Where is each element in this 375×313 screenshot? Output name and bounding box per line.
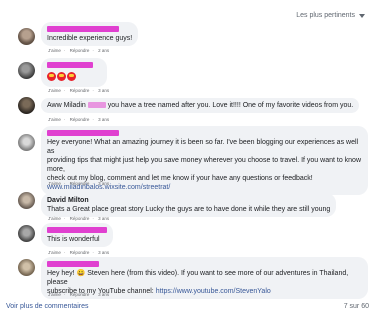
like-link[interactable]: J'aime: [48, 181, 61, 186]
avatar[interactable]: [18, 192, 35, 209]
separator: ·: [63, 88, 66, 93]
comment-actions: J'aime · Répondre · 3 ans: [48, 88, 112, 93]
reply-link[interactable]: Répondre: [70, 181, 90, 186]
comment-actions: J'aime · Répondre · 3 ans: [48, 292, 112, 297]
youtube-channel-link[interactable]: https://www.youtube.com/StevenYalo: [156, 288, 271, 295]
like-link[interactable]: J'aime: [48, 216, 61, 221]
emoji-row: [47, 72, 101, 84]
separator: ·: [92, 292, 94, 297]
sort-label: Les plus pertinents: [296, 12, 355, 19]
comment-time[interactable]: 3 ans: [98, 117, 109, 122]
reply-link[interactable]: Répondre: [70, 216, 90, 221]
comment-text: Incredible experience guys!: [47, 35, 133, 42]
comment-actions: J'aime · Répondre · 2 ans: [48, 48, 112, 53]
reply-link[interactable]: Répondre: [70, 117, 90, 122]
comment-author[interactable]: David Milton: [47, 196, 330, 205]
heart-eyes-emoji-icon: [57, 72, 66, 81]
comments-footer: Voir plus de commentaires 7 sur 60: [6, 303, 369, 310]
sort-dropdown[interactable]: Les plus pertinents: [296, 12, 365, 19]
reply-link[interactable]: Répondre: [70, 250, 90, 255]
comment-time[interactable]: 2 ans: [98, 48, 109, 53]
comment-bubble: This is wonderful: [41, 223, 113, 247]
reply-link[interactable]: Répondre: [70, 88, 90, 93]
redacted-author-name[interactable]: [47, 261, 99, 268]
separator: ·: [63, 250, 66, 255]
view-more-comments-link[interactable]: Voir plus de commentaires: [6, 303, 88, 310]
comment-bubble: [41, 58, 107, 87]
like-link[interactable]: J'aime: [48, 117, 61, 122]
comment-time[interactable]: 3 ans: [98, 181, 109, 186]
separator: ·: [92, 117, 94, 122]
chevron-down-icon: [359, 13, 365, 18]
separator: ·: [92, 88, 94, 93]
separator: ·: [63, 292, 66, 297]
separator: ·: [92, 216, 94, 221]
comment-text-line: Hey hey! 😀 Steven here (from this video)…: [47, 270, 349, 286]
comment-actions: J'aime · Répondre · 3 ans: [48, 117, 112, 122]
redacted-author-name[interactable]: [47, 62, 93, 69]
comment-time[interactable]: 3 ans: [98, 250, 109, 255]
comment-text-line: providing tips that might just help you …: [47, 157, 361, 173]
comment-text: This is wonderful: [47, 236, 100, 243]
comment-actions: J'aime · Répondre · 3 ans: [48, 250, 112, 255]
heart-eyes-emoji-icon: [47, 72, 56, 81]
avatar[interactable]: [18, 259, 35, 276]
separator: ·: [63, 48, 66, 53]
redacted-name: [87, 102, 106, 109]
redacted-author-name[interactable]: [47, 26, 119, 33]
avatar[interactable]: [18, 28, 35, 45]
separator: ·: [92, 48, 94, 53]
comment-time[interactable]: 3 ans: [98, 216, 109, 221]
like-link[interactable]: J'aime: [48, 292, 61, 297]
heart-eyes-emoji-icon: [67, 72, 76, 81]
redacted-author-name[interactable]: [47, 130, 119, 137]
like-link[interactable]: J'aime: [48, 48, 61, 53]
separator: ·: [63, 216, 66, 221]
comment-text: you have a tree named after you. Love it…: [107, 102, 354, 109]
comment-bubble: Aww Miladin you have a tree named after …: [41, 98, 360, 113]
comment-text-line: Hey everyone! What an amazing journey it…: [47, 139, 359, 155]
comment-bubble: Incredible experience guys!: [41, 22, 139, 46]
like-link[interactable]: J'aime: [48, 250, 61, 255]
separator: ·: [92, 250, 94, 255]
comment-time[interactable]: 3 ans: [98, 88, 109, 93]
reply-link[interactable]: Répondre: [70, 292, 90, 297]
comment-actions: J'aime · Répondre · 3 ans: [48, 216, 112, 221]
comment-bubble: David Milton Thats a Great place great s…: [41, 193, 337, 217]
like-link[interactable]: J'aime: [48, 88, 61, 93]
comment-time[interactable]: 3 ans: [98, 292, 109, 297]
comment-text: Thats a Great place great story Lucky th…: [47, 206, 331, 213]
avatar[interactable]: [18, 62, 35, 79]
separator: ·: [63, 117, 66, 122]
comment-actions: J'aime · Répondre · 3 ans: [48, 181, 112, 186]
reply-link[interactable]: Répondre: [70, 48, 90, 53]
separator: ·: [92, 181, 94, 186]
avatar[interactable]: [18, 134, 35, 151]
avatar[interactable]: [18, 225, 35, 242]
comment-author[interactable]: Aww Miladin: [47, 102, 86, 109]
redacted-author-name[interactable]: [47, 227, 107, 234]
comment-count: 7 sur 60: [343, 303, 369, 310]
separator: ·: [63, 181, 66, 186]
avatar[interactable]: [18, 97, 35, 114]
